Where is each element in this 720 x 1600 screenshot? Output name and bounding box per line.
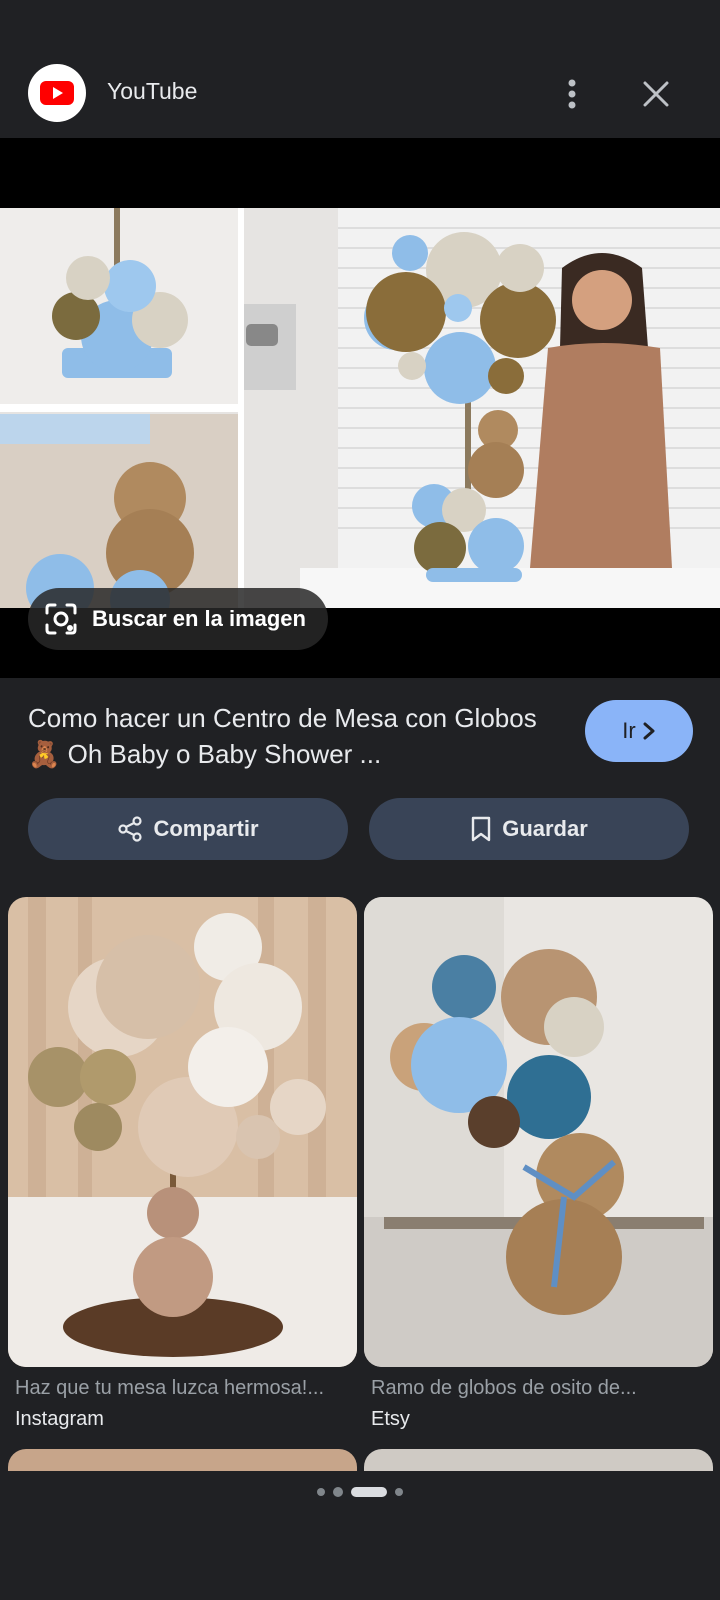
page-dot [395,1488,403,1496]
related-result-image[interactable] [364,897,713,1367]
page-dot [333,1487,343,1497]
more-vert-icon [568,79,576,109]
close-button[interactable] [634,72,678,116]
result-title[interactable]: Como hacer un Centro de Mesa con Globos … [28,700,548,772]
share-icon [118,816,143,842]
related-result-caption: Ramo de globos de osito de... [371,1377,637,1399]
bookmark-icon [472,816,491,842]
related-result-image[interactable] [8,897,357,1367]
related-result-caption: Haz que tu mesa luzca hermosa!... [15,1377,325,1399]
youtube-logo [28,64,86,122]
related-result-source: Etsy [371,1408,410,1430]
search-in-image-button[interactable]: Buscar en la imagen [28,588,328,650]
lens-icon [45,603,77,635]
save-button[interactable]: Guardar [369,798,689,860]
close-icon [643,81,669,107]
header: YouTube [0,48,720,138]
preview-image-area[interactable]: Buscar en la imagen [0,138,720,678]
chevron-right-icon [643,722,655,740]
search-in-image-label: Buscar en la imagen [92,606,306,631]
more-options-button[interactable] [550,72,594,116]
balloon-centerpiece-thumbnail [0,208,720,608]
share-button[interactable]: Compartir [28,798,348,860]
go-button-label: Ir [622,718,636,743]
youtube-play-icon [40,81,74,105]
preview-image[interactable] [0,208,720,608]
save-label: Guardar [502,816,588,841]
blue-balloon-teddy-image [364,897,713,1367]
page-indicator [0,1484,720,1500]
status-bar [0,0,720,48]
related-result-card-peek[interactable] [364,1449,713,1471]
related-result-card-peek[interactable] [8,1449,357,1471]
related-result-card[interactable]: Haz que tu mesa luzca hermosa!... Instag… [8,897,357,1431]
page-dot-active [351,1487,387,1497]
share-label: Compartir [153,816,259,841]
page-dot [317,1488,325,1496]
related-result-card[interactable]: Ramo de globos de osito de... Etsy [364,897,713,1431]
app-title: YouTube [107,78,198,104]
go-button[interactable]: Ir [585,700,693,762]
related-result-source: Instagram [15,1408,104,1430]
neutral-balloon-teddy-image [8,897,357,1367]
